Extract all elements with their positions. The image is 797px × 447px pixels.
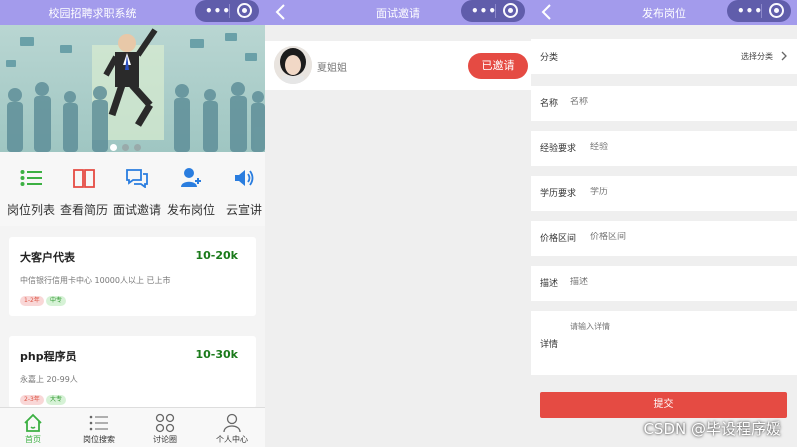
page-title: 校园招聘求职系统 <box>48 7 137 20</box>
education-tag: 中专 <box>46 296 67 306</box>
chevron-right-icon <box>781 51 787 61</box>
job-card[interactable]: php程序员 10-30k 永嘉上 20-99人 2-3年 大专 <box>9 336 256 408</box>
grid-icon <box>155 413 175 433</box>
price-range-input[interactable] <box>590 232 770 242</box>
category-picker[interactable]: 分类 选择分类 <box>531 39 797 74</box>
more-icon[interactable]: ••• <box>737 4 763 18</box>
banner-image <box>0 25 265 152</box>
more-icon[interactable]: ••• <box>205 4 231 18</box>
close-icon[interactable] <box>769 3 784 18</box>
submit-button[interactable]: 提交 <box>540 392 787 418</box>
education-input[interactable] <box>590 187 770 197</box>
menu-item-publish-job[interactable]: 发布岗位 <box>164 164 218 218</box>
category-value: 选择分类 <box>741 52 773 61</box>
home-icon <box>24 413 42 432</box>
education-tag: 大专 <box>46 395 67 405</box>
job-company-info: 中信银行信用卡中心 10000人以上 已上市 <box>20 276 171 285</box>
invite-list-item[interactable]: 夏姐姐 已邀请 <box>265 41 531 90</box>
close-icon[interactable] <box>503 3 518 18</box>
detail-field-row: 详情 <box>531 311 797 375</box>
experience-field-row: 经验要求 <box>531 131 797 166</box>
detail-textarea[interactable] <box>570 322 750 331</box>
speaker-icon <box>235 170 254 186</box>
name-input[interactable] <box>570 97 750 107</box>
mini-program-capsule[interactable]: ••• <box>727 0 791 22</box>
category-label: 分类 <box>540 53 559 63</box>
mini-program-capsule[interactable]: ••• <box>195 0 259 22</box>
invite-navbar: 面试邀请 ••• <box>265 0 531 25</box>
bottom-tabbar: 首页 岗位搜索 讨论圈 个人中心 <box>0 407 265 447</box>
invited-button[interactable]: 已邀请 <box>468 53 528 79</box>
job-company-info: 永嘉上 20-99人 <box>20 375 78 384</box>
watermark: CSDN @毕设程序媛 <box>643 420 781 438</box>
job-title: 大客户代表 <box>20 251 75 264</box>
avatar-image <box>274 46 312 84</box>
home-navbar: 校园招聘求职系统 ••• <box>0 0 265 25</box>
menu-item-interview-invite[interactable]: 面试邀请 <box>110 164 164 218</box>
book-icon <box>73 169 95 188</box>
name-field-row: 名称 <box>531 86 797 121</box>
screenshot-root: 校园招聘求职系统 ••• 岗位列表 查看简历 面试邀请 发布岗位 云宣讲 大客户… <box>0 0 797 447</box>
job-card[interactable]: 大客户代表 10-20k 中信银行信用卡中心 10000人以上 已上市 1-2年… <box>9 237 256 316</box>
publish-job-screen: 发布岗位 ••• 分类 选择分类 名称 经验要求 学历要求 <box>531 0 797 447</box>
carousel-indicator[interactable] <box>110 136 146 152</box>
experience-tag: 1-2年 <box>20 296 44 306</box>
job-salary: 10-30k <box>195 348 239 361</box>
publish-navbar: 发布岗位 ••• <box>531 0 797 25</box>
tab-discussion[interactable]: 讨论圈 <box>135 412 195 445</box>
menu-item-job-list[interactable]: 岗位列表 <box>4 164 58 218</box>
education-field-row: 学历要求 <box>531 176 797 211</box>
tab-home[interactable]: 首页 <box>3 412 63 445</box>
close-icon[interactable] <box>237 3 252 18</box>
banner-carousel[interactable] <box>0 25 265 152</box>
list-icon <box>20 170 42 186</box>
person-icon <box>223 413 241 433</box>
menu-item-cloud-talk[interactable]: 云宣讲 <box>217 164 265 218</box>
tab-profile[interactable]: 个人中心 <box>202 412 262 445</box>
more-icon[interactable]: ••• <box>471 4 497 18</box>
experience-tag: 2-3年 <box>20 395 44 405</box>
price-range-field-row: 价格区间 <box>531 221 797 256</box>
candidate-name: 夏姐姐 <box>317 63 347 74</box>
tab-job-search[interactable]: 岗位搜索 <box>69 412 129 445</box>
mini-program-capsule[interactable]: ••• <box>461 0 525 22</box>
description-field-row: 描述 <box>531 266 797 301</box>
home-screen: 校园招聘求职系统 ••• 岗位列表 查看简历 面试邀请 发布岗位 云宣讲 大客户… <box>0 0 265 447</box>
avatar <box>274 46 312 84</box>
list-icon <box>89 415 108 431</box>
interview-invite-screen: 面试邀请 ••• 夏姐姐 已邀请 <box>265 0 531 447</box>
add-user-icon <box>181 168 201 187</box>
chat-icon <box>126 169 148 188</box>
job-title: php程序员 <box>20 350 77 363</box>
quick-menu: 岗位列表 查看简历 面试邀请 发布岗位 云宣讲 <box>0 152 265 226</box>
description-input[interactable] <box>570 277 750 287</box>
job-salary: 10-20k <box>195 249 239 262</box>
menu-item-view-resume[interactable]: 查看简历 <box>57 164 111 218</box>
experience-input[interactable] <box>590 142 770 152</box>
